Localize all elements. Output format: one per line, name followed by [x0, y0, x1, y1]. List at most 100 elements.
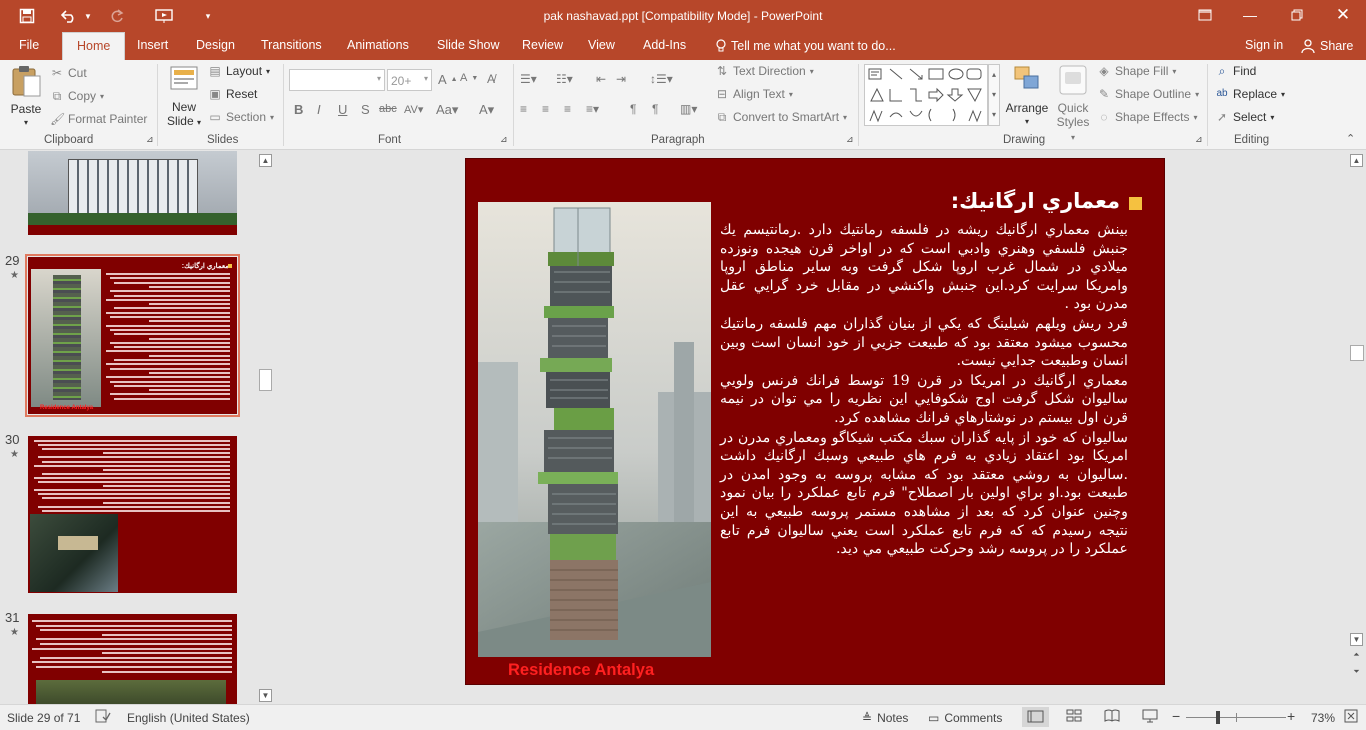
decrease-font-size-button[interactable]: A ▼: [460, 72, 478, 84]
right-to-left-button[interactable]: ¶: [652, 102, 658, 116]
restore-button[interactable]: [1282, 4, 1312, 26]
tell-me-box[interactable]: Tell me what you want to do...: [712, 32, 899, 60]
replace-button[interactable]: ab Replace ▾: [1215, 87, 1285, 101]
scroll-up-arrow-icon[interactable]: ▲: [259, 154, 272, 167]
paste-button[interactable]: Paste ▾: [8, 64, 44, 130]
tab-slide-show[interactable]: Slide Show: [434, 32, 503, 60]
thumbnail-scrollbar[interactable]: ▲ ▼: [257, 151, 274, 704]
slide-thumbnail-31[interactable]: [28, 614, 237, 704]
font-dialog-launcher-icon[interactable]: ⊿: [500, 134, 508, 145]
italic-button[interactable]: I: [317, 102, 321, 117]
tab-file[interactable]: File: [16, 32, 42, 60]
paragraph-dialog-launcher-icon[interactable]: ⊿: [846, 134, 854, 145]
change-case-button[interactable]: Aa▾: [436, 102, 458, 118]
image-caption[interactable]: Residence Antalya: [508, 661, 654, 680]
font-name-combobox[interactable]: ▾: [289, 69, 385, 91]
strikethrough-button[interactable]: abc: [379, 103, 397, 115]
drawing-dialog-launcher-icon[interactable]: ⊿: [1195, 134, 1203, 145]
slide-thumbnail-pane[interactable]: 29 ★ معماري ارگانيك: Residence Antalya 3…: [0, 151, 257, 704]
layout-button[interactable]: ▤ Layout ▾: [208, 64, 270, 78]
tab-review[interactable]: Review: [519, 32, 566, 60]
scroll-down-arrow-icon[interactable]: ▼: [259, 689, 272, 702]
scroll-down-arrow-icon[interactable]: ▼: [1350, 633, 1363, 646]
align-left-button[interactable]: ≡: [520, 102, 527, 116]
shape-effects-button[interactable]: ◌ Shape Effects ▾: [1097, 110, 1197, 124]
spelling-check-icon[interactable]: [95, 709, 111, 726]
shapes-gallery-scroll[interactable]: ▴ ▾ ▾: [988, 64, 1000, 126]
slide-title[interactable]: معماري ارگانيك:: [951, 189, 1120, 213]
arrange-button[interactable]: Arrange ▾: [1004, 64, 1050, 129]
select-button[interactable]: ➚ Select ▾: [1215, 110, 1274, 124]
share-button[interactable]: Share: [1298, 32, 1356, 60]
justify-button[interactable]: ≡▾: [586, 102, 599, 116]
slide-sorter-button[interactable]: [1066, 709, 1082, 725]
find-button[interactable]: ⌕ Find: [1215, 64, 1257, 78]
previous-slide-icon[interactable]: ⏶: [1350, 649, 1363, 662]
increase-indent-button[interactable]: ⇥: [616, 72, 626, 86]
copy-button[interactable]: ⧉ Copy ▾: [50, 89, 104, 103]
slide-show-button[interactable]: [1142, 709, 1158, 726]
text-direction-button[interactable]: ⇅ Text Direction ▾: [715, 64, 814, 78]
zoom-level[interactable]: 73%: [1311, 711, 1335, 725]
notes-button[interactable]: ≜ Notes: [862, 711, 908, 725]
clear-formatting-icon[interactable]: A̸: [487, 72, 495, 86]
section-button[interactable]: ▭ Section ▾: [208, 110, 274, 124]
cut-button[interactable]: ✂ Cut: [50, 66, 87, 80]
tab-design[interactable]: Design: [193, 32, 238, 60]
increase-font-size-button[interactable]: A ▲: [438, 72, 458, 87]
fit-to-window-button[interactable]: [1344, 709, 1358, 726]
tab-animations[interactable]: Animations: [344, 32, 412, 60]
close-button[interactable]: ✕: [1328, 4, 1358, 26]
tab-add-ins[interactable]: Add-Ins: [640, 32, 689, 60]
shape-fill-button[interactable]: ◈ Shape Fill ▾: [1097, 64, 1176, 78]
sign-in-link[interactable]: Sign in: [1242, 32, 1286, 60]
zoom-out-button[interactable]: −: [1172, 708, 1180, 724]
shapes-gallery[interactable]: [864, 64, 988, 126]
reading-view-button[interactable]: [1104, 709, 1120, 725]
slide-scrollbar[interactable]: ▲ ▼ ⏶ ⏷: [1349, 151, 1366, 704]
tab-insert[interactable]: Insert: [134, 32, 171, 60]
tower-photo[interactable]: [478, 202, 711, 657]
normal-view-button[interactable]: [1022, 707, 1049, 727]
slide-counter[interactable]: Slide 29 of 71: [7, 711, 80, 725]
reset-button[interactable]: ▣ Reset: [208, 87, 257, 101]
bullets-button[interactable]: ☰▾: [520, 72, 537, 86]
numbering-button[interactable]: ☷▾: [556, 72, 573, 86]
font-size-combobox[interactable]: 20+ ▾: [387, 69, 432, 91]
font-color-button[interactable]: A▾: [479, 102, 494, 118]
clipboard-dialog-launcher-icon[interactable]: ⊿: [146, 134, 154, 145]
tab-view[interactable]: View: [585, 32, 618, 60]
zoom-slider-thumb[interactable]: [1216, 711, 1220, 724]
zoom-in-button[interactable]: +: [1287, 708, 1295, 724]
minimize-button[interactable]: —: [1235, 4, 1265, 26]
format-painter-button[interactable]: 🖌 Format Painter: [50, 112, 147, 126]
ribbon-display-options-icon[interactable]: [1190, 4, 1220, 26]
scrollbar-thumb[interactable]: [259, 369, 272, 391]
slide-thumbnail-28[interactable]: [28, 151, 237, 235]
quick-styles-button[interactable]: Quick Styles ▾: [1053, 64, 1093, 145]
slide-body-text[interactable]: بينش معماري ارگانيك ريشه در فلسفه رمانتي…: [720, 221, 1128, 560]
next-slide-icon[interactable]: ⏷: [1350, 666, 1363, 679]
shadow-button[interactable]: S: [361, 102, 370, 117]
shape-outline-button[interactable]: ✎ Shape Outline ▾: [1097, 87, 1199, 101]
underline-button[interactable]: U: [338, 102, 347, 117]
tab-transitions[interactable]: Transitions: [258, 32, 325, 60]
scroll-up-arrow-icon[interactable]: ▲: [1350, 154, 1363, 167]
decrease-indent-button[interactable]: ⇤: [596, 72, 606, 86]
scrollbar-thumb[interactable]: [1350, 345, 1364, 361]
slide-thumbnail-29[interactable]: معماري ارگانيك: Residence Antalya: [28, 257, 237, 414]
bold-button[interactable]: B: [294, 102, 303, 117]
new-slide-button[interactable]: New Slide ▾: [164, 64, 204, 130]
line-spacing-button[interactable]: ↕☰▾: [650, 72, 673, 86]
align-right-button[interactable]: ≡: [564, 102, 571, 116]
columns-button[interactable]: ▥▾: [680, 102, 697, 116]
collapse-ribbon-icon[interactable]: ⌃: [1346, 132, 1355, 145]
align-text-button[interactable]: ⊟ Align Text ▾: [715, 87, 793, 101]
center-button[interactable]: ≡: [542, 102, 549, 116]
convert-smartart-button[interactable]: ⧉ Convert to SmartArt ▾: [715, 110, 847, 124]
comments-button[interactable]: ▭ Comments: [928, 711, 1002, 725]
language-indicator[interactable]: English (United States): [127, 711, 250, 725]
slide-thumbnail-30[interactable]: [28, 436, 237, 593]
current-slide[interactable]: معماري ارگانيك: بينش معماري ارگانيك ريشه…: [465, 158, 1165, 685]
left-to-right-button[interactable]: ¶: [630, 102, 636, 116]
